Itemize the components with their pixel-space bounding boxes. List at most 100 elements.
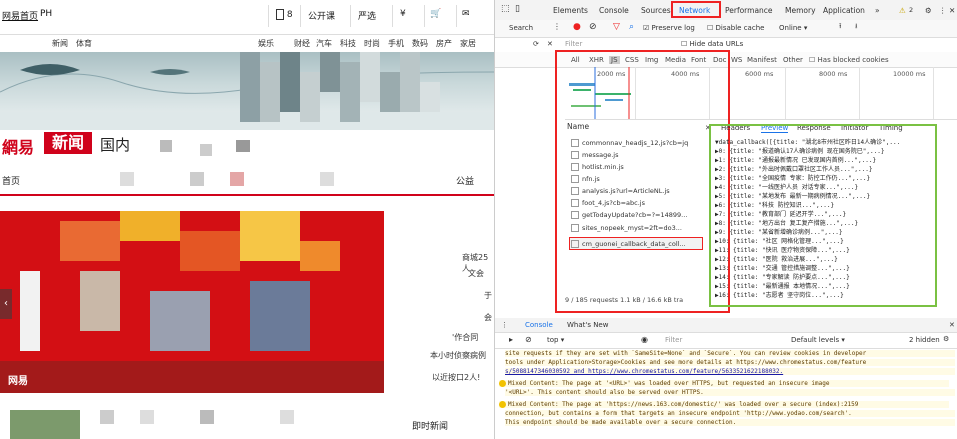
- drawer-tabbar: [495, 318, 957, 333]
- list-item[interactable]: '作合同: [452, 332, 478, 343]
- warning-icon[interactable]: ⚠: [899, 6, 906, 15]
- nav-item[interactable]: 数码: [412, 38, 428, 49]
- nav-item[interactable]: 手机: [388, 38, 404, 49]
- list-item[interactable]: 文会: [468, 268, 484, 279]
- drawer-tab-console[interactable]: Console: [525, 321, 553, 329]
- export-icon[interactable]: ⭳: [855, 22, 857, 33]
- clear-console-icon[interactable]: ⊘: [525, 335, 532, 344]
- grid-line: [859, 67, 860, 119]
- edition-switch[interactable]: PH: [40, 9, 52, 19]
- timeline-tick: 10000 ms: [893, 70, 926, 78]
- warning-count: 2: [909, 6, 914, 14]
- list-item[interactable]: 会: [484, 312, 492, 323]
- site-topbar: [0, 0, 494, 35]
- hidden-count: 2 hidden: [909, 336, 940, 344]
- settings-icon[interactable]: ⚙: [925, 6, 932, 15]
- record-icon[interactable]: ●: [573, 22, 581, 32]
- request-list-highlight: [555, 50, 730, 313]
- filter-icon[interactable]: ▽: [613, 22, 620, 32]
- tab-performance[interactable]: Performance: [725, 6, 773, 15]
- preview-highlight: [709, 124, 937, 307]
- settings-icon[interactable]: ⚙: [943, 335, 949, 343]
- yuan-icon[interactable]: ¥: [400, 9, 406, 19]
- warning-icon: [499, 380, 506, 387]
- console-filter-input[interactable]: Filter: [665, 336, 682, 344]
- close-icon[interactable]: ✕: [547, 40, 553, 48]
- yanxuan-link[interactable]: 严选: [358, 9, 376, 22]
- warning-icon: [499, 401, 506, 408]
- public-tab[interactable]: 公益: [456, 174, 474, 187]
- site-home-link[interactable]: 网易首页: [2, 9, 38, 22]
- instant-news-heading[interactable]: 即时新闻: [412, 419, 448, 432]
- mosaic-block: [230, 172, 244, 186]
- nav-item[interactable]: 时尚: [364, 38, 380, 49]
- type-ws[interactable]: WS: [731, 56, 742, 64]
- tab-console[interactable]: Console: [599, 6, 629, 15]
- nav-item[interactable]: 娱乐: [258, 38, 274, 49]
- import-icon[interactable]: ⭱: [839, 22, 841, 33]
- timeline-tick: 8000 ms: [819, 70, 848, 78]
- network-tab-highlight: [671, 1, 721, 18]
- hide-data-urls-checkbox[interactable]: ☐ Hide data URLs: [681, 40, 743, 48]
- mosaic-block: [120, 172, 134, 186]
- divider: [350, 5, 351, 27]
- close-icon[interactable]: ✕: [949, 6, 955, 15]
- drawer-tab-whats-new[interactable]: What's New: [567, 321, 608, 329]
- console-toolbar: [495, 332, 957, 349]
- tab-memory[interactable]: Memory: [785, 6, 816, 15]
- context-select[interactable]: top ▾: [547, 336, 564, 344]
- more-icon[interactable]: ⋮: [501, 321, 508, 329]
- eye-icon[interactable]: ◉: [641, 335, 648, 344]
- preserve-log-label: Preserve log: [651, 24, 695, 32]
- tab-sources[interactable]: Sources: [641, 6, 671, 15]
- nav-item[interactable]: 财经: [294, 38, 310, 49]
- device-icon[interactable]: ▯: [515, 4, 520, 14]
- kebab-icon[interactable]: ⋮: [939, 6, 947, 15]
- list-item[interactable]: 本小时侦察病例: [430, 350, 486, 361]
- type-other[interactable]: Other: [783, 56, 803, 64]
- nav-item[interactable]: 科技: [340, 38, 356, 49]
- console-link[interactable]: s/5088147346030592 and https://www.chrom…: [505, 368, 955, 375]
- tab-elements[interactable]: Elements: [553, 6, 588, 15]
- reload-icon[interactable]: ⟳: [533, 40, 539, 48]
- inspect-icon[interactable]: ⬚: [501, 4, 510, 14]
- top-banner[interactable]: [0, 52, 494, 130]
- log-levels-select[interactable]: Default levels ▾: [791, 336, 845, 344]
- nav-item[interactable]: 汽车: [316, 38, 332, 49]
- disable-cache-checkbox[interactable]: ☐ Disable cache: [707, 24, 764, 32]
- tab-application[interactable]: Application: [823, 6, 865, 15]
- type-manifest[interactable]: Manifest: [747, 56, 777, 64]
- search-tab[interactable]: Search: [509, 24, 533, 32]
- nav-item[interactable]: 新闻: [52, 38, 68, 49]
- throttling-select[interactable]: Online ▾: [779, 24, 807, 32]
- app-link[interactable]: 8: [276, 9, 293, 20]
- home-tab[interactable]: 首页: [2, 174, 20, 187]
- carousel-prev-button[interactable]: ‹: [0, 289, 12, 319]
- sidebar-toggle-icon[interactable]: ▸: [509, 335, 513, 344]
- clear-icon[interactable]: ⊘: [589, 22, 597, 32]
- filter-input[interactable]: Filter: [565, 40, 582, 48]
- has-blocked-cookies-checkbox[interactable]: ☐ Has blocked cookies: [809, 56, 889, 64]
- devtools-panel: ⬚ ▯ Elements Console Sources Network Per…: [494, 0, 957, 439]
- news-logo[interactable]: 新闻: [44, 132, 92, 154]
- preserve-log-checkbox[interactable]: ☑ Preserve log: [643, 24, 695, 32]
- mail-icon[interactable]: ✉: [462, 9, 470, 19]
- search-icon[interactable]: ⌕: [629, 22, 634, 32]
- cart-icon[interactable]: 🛒: [430, 9, 441, 19]
- nav-item[interactable]: 房产: [436, 38, 452, 49]
- console-warning: Mixed Content: The page at '<URL>' was l…: [499, 380, 949, 387]
- nav-item[interactable]: 体育: [76, 38, 92, 49]
- sub-nav: [0, 168, 494, 196]
- nav-item[interactable]: 家居: [460, 38, 476, 49]
- close-drawer-icon[interactable]: ✕: [949, 321, 955, 329]
- hero-image[interactable]: [0, 211, 384, 393]
- more-tabs-button[interactable]: »: [875, 6, 880, 15]
- list-item[interactable]: 以近按口2人!: [432, 372, 480, 383]
- list-item[interactable]: 于: [484, 290, 492, 301]
- more-icon[interactable]: ⋮: [553, 22, 561, 31]
- netease-logo[interactable]: 網易: [2, 134, 34, 158]
- open-course-link[interactable]: 公开课: [308, 9, 335, 22]
- console-message: This endpoint should be made available o…: [505, 419, 955, 426]
- whale-icon: [20, 64, 80, 75]
- phone-icon: [276, 9, 284, 20]
